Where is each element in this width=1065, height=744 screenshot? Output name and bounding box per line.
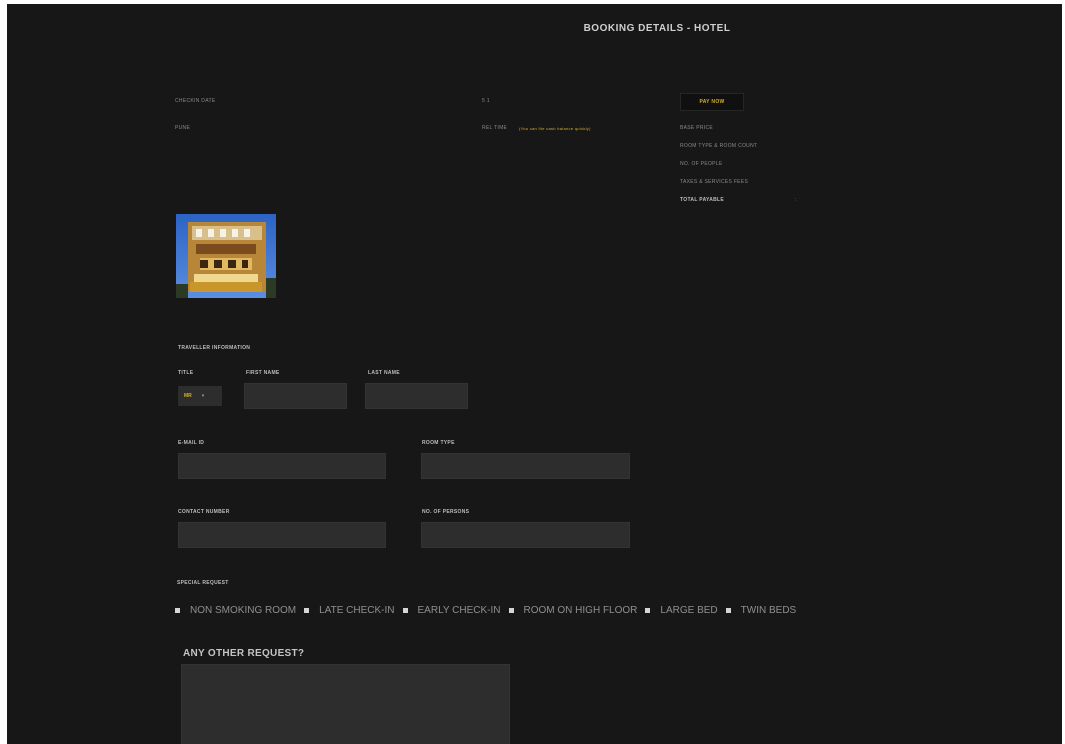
- price-line-people: NO. OF PEOPLE: [680, 161, 723, 167]
- price-line-base: BASE PRICE: [680, 125, 714, 131]
- checkbox-icon[interactable]: [508, 608, 514, 613]
- rel-time-label: REL TIME: [482, 125, 508, 131]
- checkin-label: CHECKIN DATE: [175, 98, 216, 104]
- pay-now-button[interactable]: PAY NOW: [680, 93, 744, 111]
- special-request-options: NON SMOKING ROOM LATE CHECK-IN EARLY CHE…: [175, 605, 804, 616]
- hotel-photo: [176, 214, 276, 298]
- last-name-label: LAST NAME: [368, 370, 400, 376]
- email-field[interactable]: [178, 453, 386, 479]
- persons-field[interactable]: [421, 522, 630, 548]
- option-early-checkin[interactable]: EARLY CHECK-IN: [402, 605, 501, 616]
- checkbox-icon[interactable]: [175, 608, 180, 613]
- option-late-checkin[interactable]: LATE CHECK-IN: [304, 605, 395, 616]
- option-label: TWIN BEDS: [740, 605, 797, 616]
- last-name-field[interactable]: [365, 383, 468, 409]
- price-line-taxes: TAXES & SERVICES FEES: [680, 179, 749, 185]
- special-request-title: SPECIAL REQUEST: [177, 580, 229, 586]
- checkbox-icon[interactable]: [304, 608, 310, 613]
- title-label: TITLE: [178, 370, 194, 376]
- other-request-title: ANY OTHER REQUEST?: [183, 648, 305, 659]
- contact-number-field[interactable]: [178, 522, 386, 548]
- room-type-label: ROOM TYPE: [422, 440, 455, 446]
- other-request-textarea[interactable]: [181, 664, 510, 744]
- place-name: PUNE: [175, 125, 191, 131]
- email-label: E-MAIL ID: [178, 440, 205, 446]
- option-label: LARGE BED: [660, 605, 718, 616]
- option-label: ROOM ON HIGH FLOOR: [523, 605, 638, 616]
- total-payable-value: :: [795, 197, 797, 203]
- traveller-info-title: TRAVELLER INFORMATION: [178, 345, 251, 351]
- checkbox-icon[interactable]: [645, 608, 651, 613]
- total-payable-label: TOTAL PAYABLE: [680, 197, 725, 203]
- option-large-bed[interactable]: LARGE BED: [645, 605, 718, 616]
- first-name-label: FIRST NAME: [246, 370, 280, 376]
- option-non-smoking[interactable]: NON SMOKING ROOM: [175, 605, 296, 616]
- room-type-field[interactable]: [421, 453, 630, 479]
- contact-number-label: CONTACT NUMBER: [178, 509, 230, 515]
- option-label: EARLY CHECK-IN: [417, 605, 501, 616]
- option-high-floor[interactable]: ROOM ON HIGH FLOOR: [508, 605, 638, 616]
- booking-page: BOOKING DETAILS - HOTEL CHECKIN DATE PUN…: [7, 4, 1062, 744]
- checkbox-icon[interactable]: [725, 608, 731, 613]
- option-label: NON SMOKING ROOM: [190, 605, 297, 616]
- checkbox-icon[interactable]: [402, 608, 408, 613]
- nights-value: 5 1: [482, 98, 490, 104]
- rel-time-note: (You can file cash balance quickly): [519, 126, 591, 131]
- option-label: LATE CHECK-IN: [319, 605, 395, 616]
- persons-label: NO. OF PERSONS: [422, 509, 470, 515]
- first-name-field[interactable]: [244, 383, 347, 409]
- option-twin-beds[interactable]: TWIN BEDS: [725, 605, 797, 616]
- page-title: BOOKING DETAILS - HOTEL: [583, 23, 731, 34]
- chevron-down-icon: ▾: [201, 393, 205, 399]
- title-select[interactable]: MR ▾: [178, 386, 222, 406]
- price-line-room: ROOM TYPE & ROOM COUNT: [680, 143, 758, 149]
- title-select-value: MR: [184, 393, 192, 399]
